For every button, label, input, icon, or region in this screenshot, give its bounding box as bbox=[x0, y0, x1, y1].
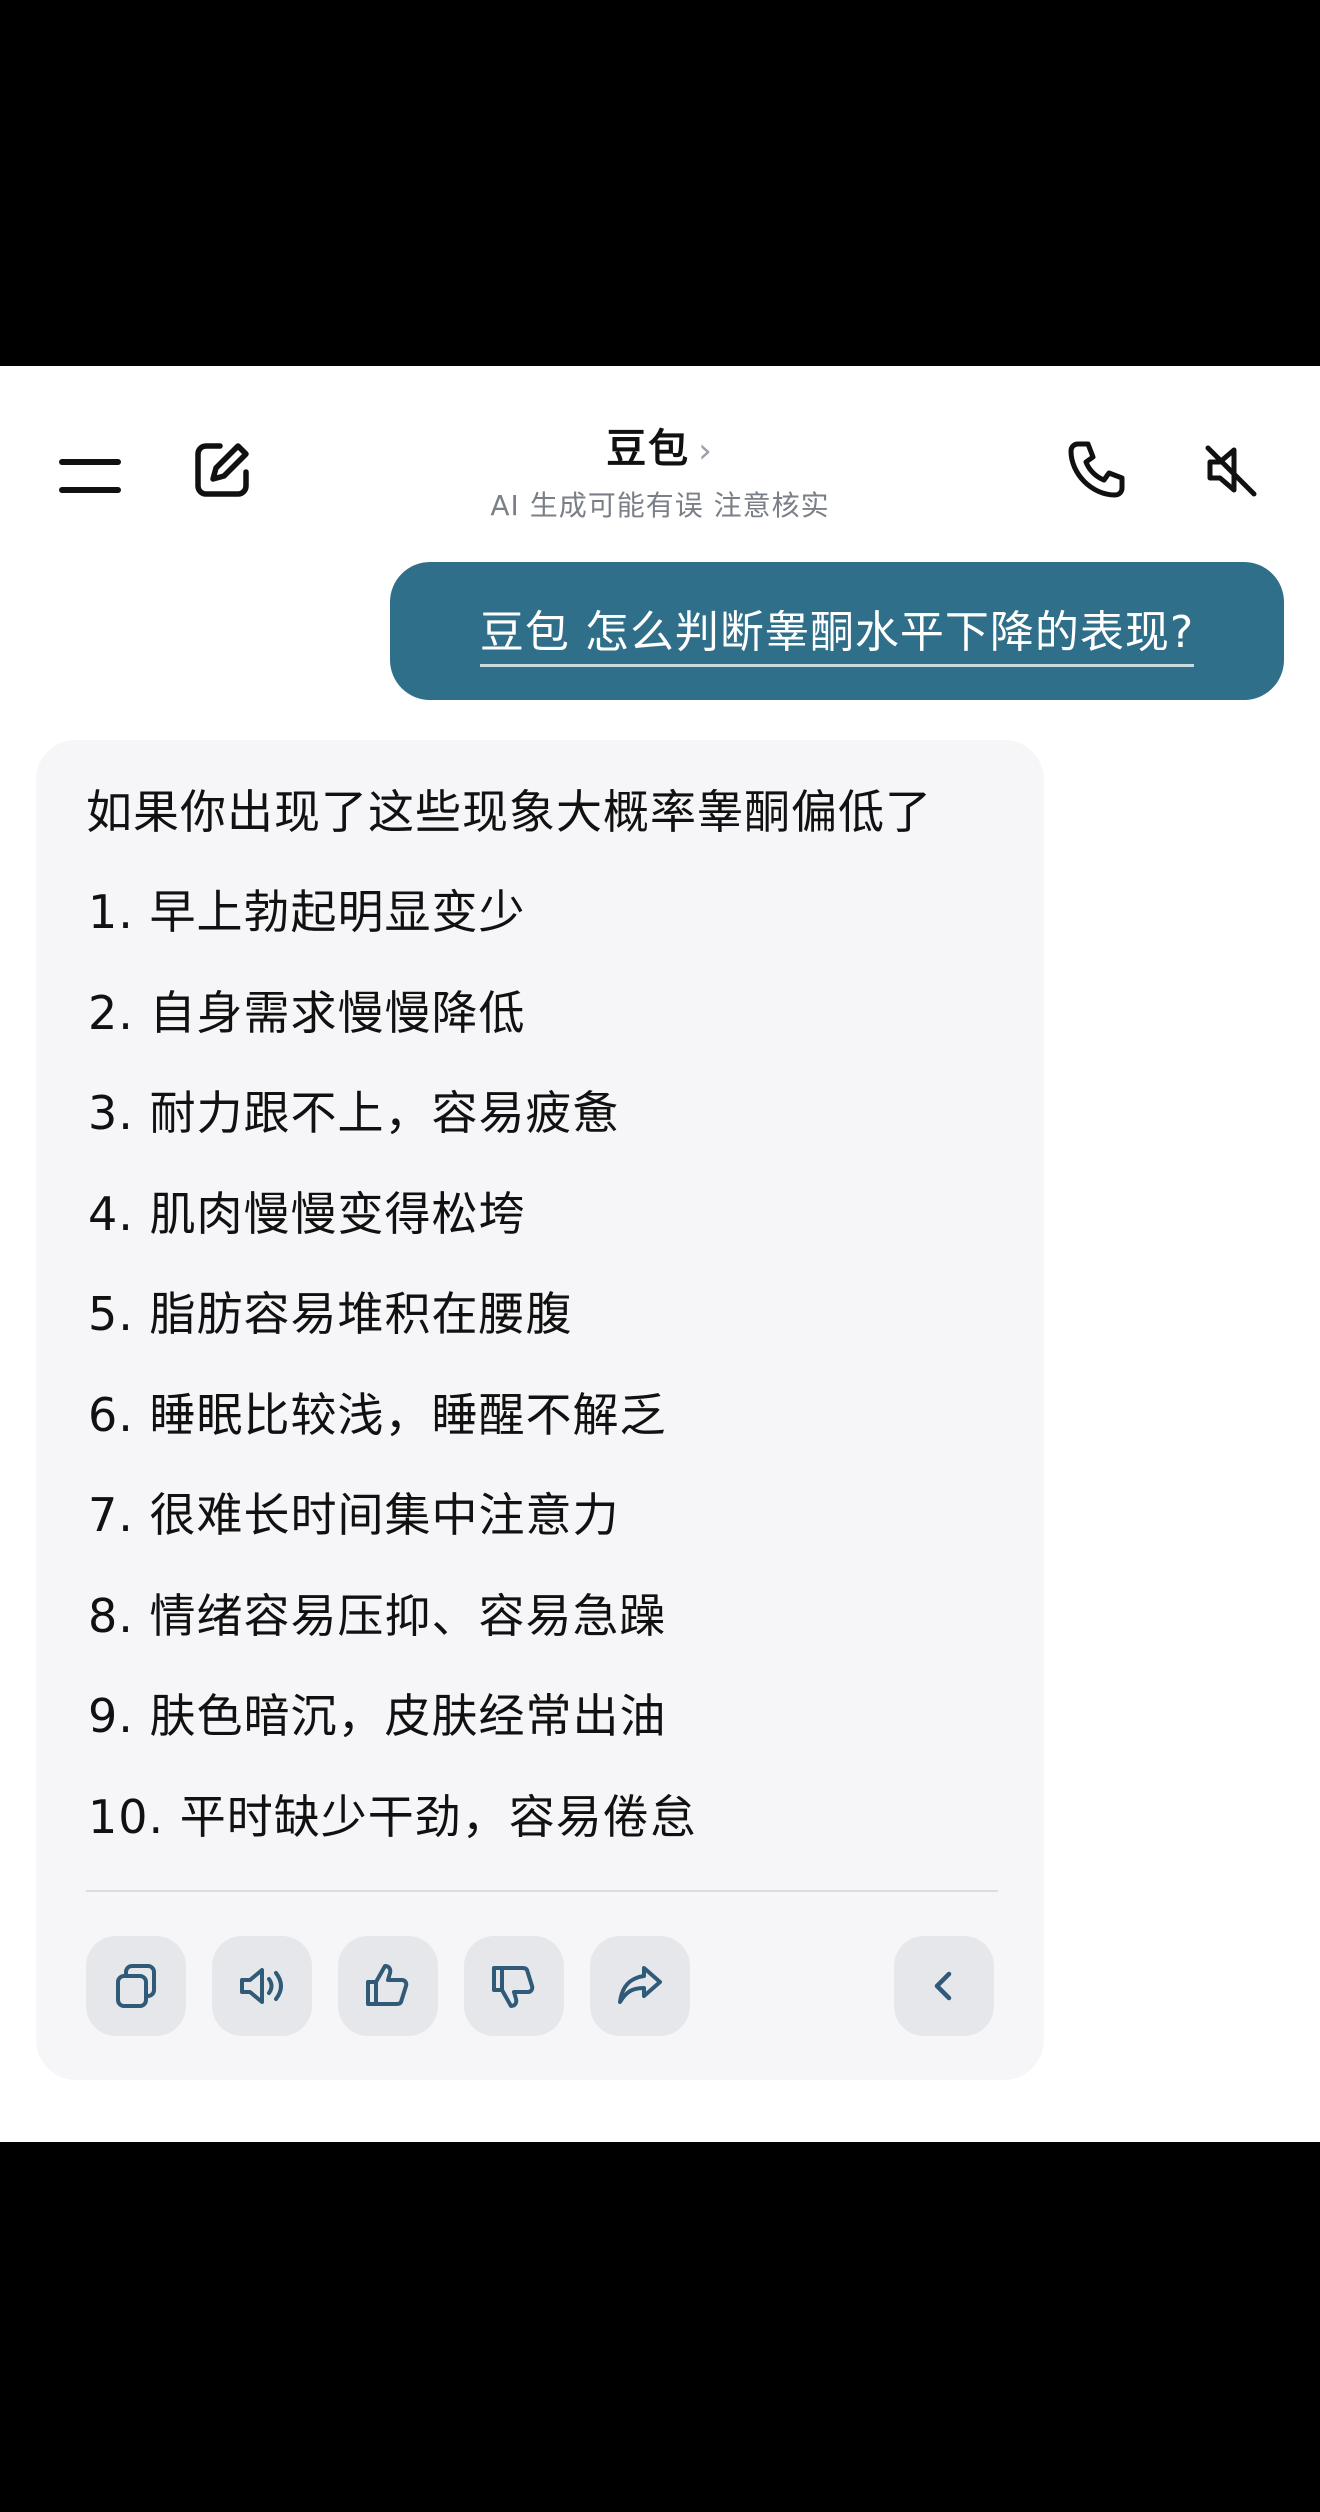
list-item: 9. 肤色暗沉，皮肤经常出油 bbox=[88, 1689, 667, 1743]
dislike-button[interactable] bbox=[464, 1936, 564, 2036]
assistant-message-card: 如果你出现了这些现象大概率睾酮偏低了 1. 早上勃起明显变少 2. 自身需求慢慢… bbox=[36, 740, 1044, 2080]
read-aloud-button[interactable] bbox=[212, 1936, 312, 2036]
list-item: 2. 自身需求慢慢降低 bbox=[88, 985, 526, 1040]
copy-icon bbox=[116, 1964, 156, 2008]
chevron-right-icon: › bbox=[698, 431, 714, 471]
thumbs-up-icon bbox=[366, 1964, 409, 2006]
page-title[interactable]: 豆包 › bbox=[360, 416, 960, 474]
list-item: 3. 耐力跟不上，容易疲惫 bbox=[88, 1086, 620, 1140]
thumbs-down-icon bbox=[492, 1966, 535, 2008]
divider bbox=[86, 1890, 998, 1892]
speaker-mute-icon[interactable] bbox=[1196, 436, 1264, 504]
list-item: 4. 肌肉慢慢变得松垮 bbox=[88, 1186, 526, 1241]
menu-icon[interactable] bbox=[58, 444, 122, 508]
user-message-bubble[interactable]: 豆包 怎么判断睾酮水平下降的表现? bbox=[390, 562, 1284, 700]
chat-screen: 豆包 › AI 生成可能有误 注意核实 豆包 怎么判断睾酮水平下降的表现? 如果你… bbox=[0, 366, 1320, 2142]
collapse-icon bbox=[934, 1971, 952, 2001]
disclaimer-subtitle: AI 生成可能有误 注意核实 bbox=[490, 489, 830, 522]
read-aloud-icon bbox=[240, 1968, 283, 2004]
share-button[interactable] bbox=[590, 1936, 690, 2036]
symptom-list: 1. 早上勃起明显变少 2. 自身需求慢慢降低 3. 耐力跟不上，容易疲惫 4.… bbox=[88, 876, 697, 1881]
chat-title-area[interactable]: 豆包 › AI 生成可能有误 注意核实 bbox=[360, 416, 960, 524]
list-item: 8. 情绪容易压抑、容易急躁 bbox=[88, 1588, 667, 1643]
collapse-button[interactable] bbox=[894, 1936, 994, 2036]
phone-icon[interactable] bbox=[1062, 436, 1130, 504]
list-item: 6. 睡眠比较浅，睡醒不解乏 bbox=[88, 1387, 667, 1442]
share-icon bbox=[618, 1966, 662, 2004]
edit-icon[interactable] bbox=[188, 436, 256, 504]
like-button[interactable] bbox=[338, 1936, 438, 2036]
list-item: 7. 很难长时间集中注意力 bbox=[88, 1488, 620, 1542]
user-message-text: 豆包 怎么判断睾酮水平下降的表现? bbox=[479, 596, 1195, 667]
list-item: 10. 平时缺少干劲，容易倦怠 bbox=[88, 1789, 697, 1844]
copy-button[interactable] bbox=[86, 1936, 186, 2036]
list-item: 1. 早上勃起明显变少 bbox=[88, 885, 526, 939]
list-item: 5. 脂肪容易堆积在腰腹 bbox=[88, 1287, 573, 1341]
assistant-intro: 如果你出现了这些现象大概率睾酮偏低了 bbox=[86, 785, 932, 839]
